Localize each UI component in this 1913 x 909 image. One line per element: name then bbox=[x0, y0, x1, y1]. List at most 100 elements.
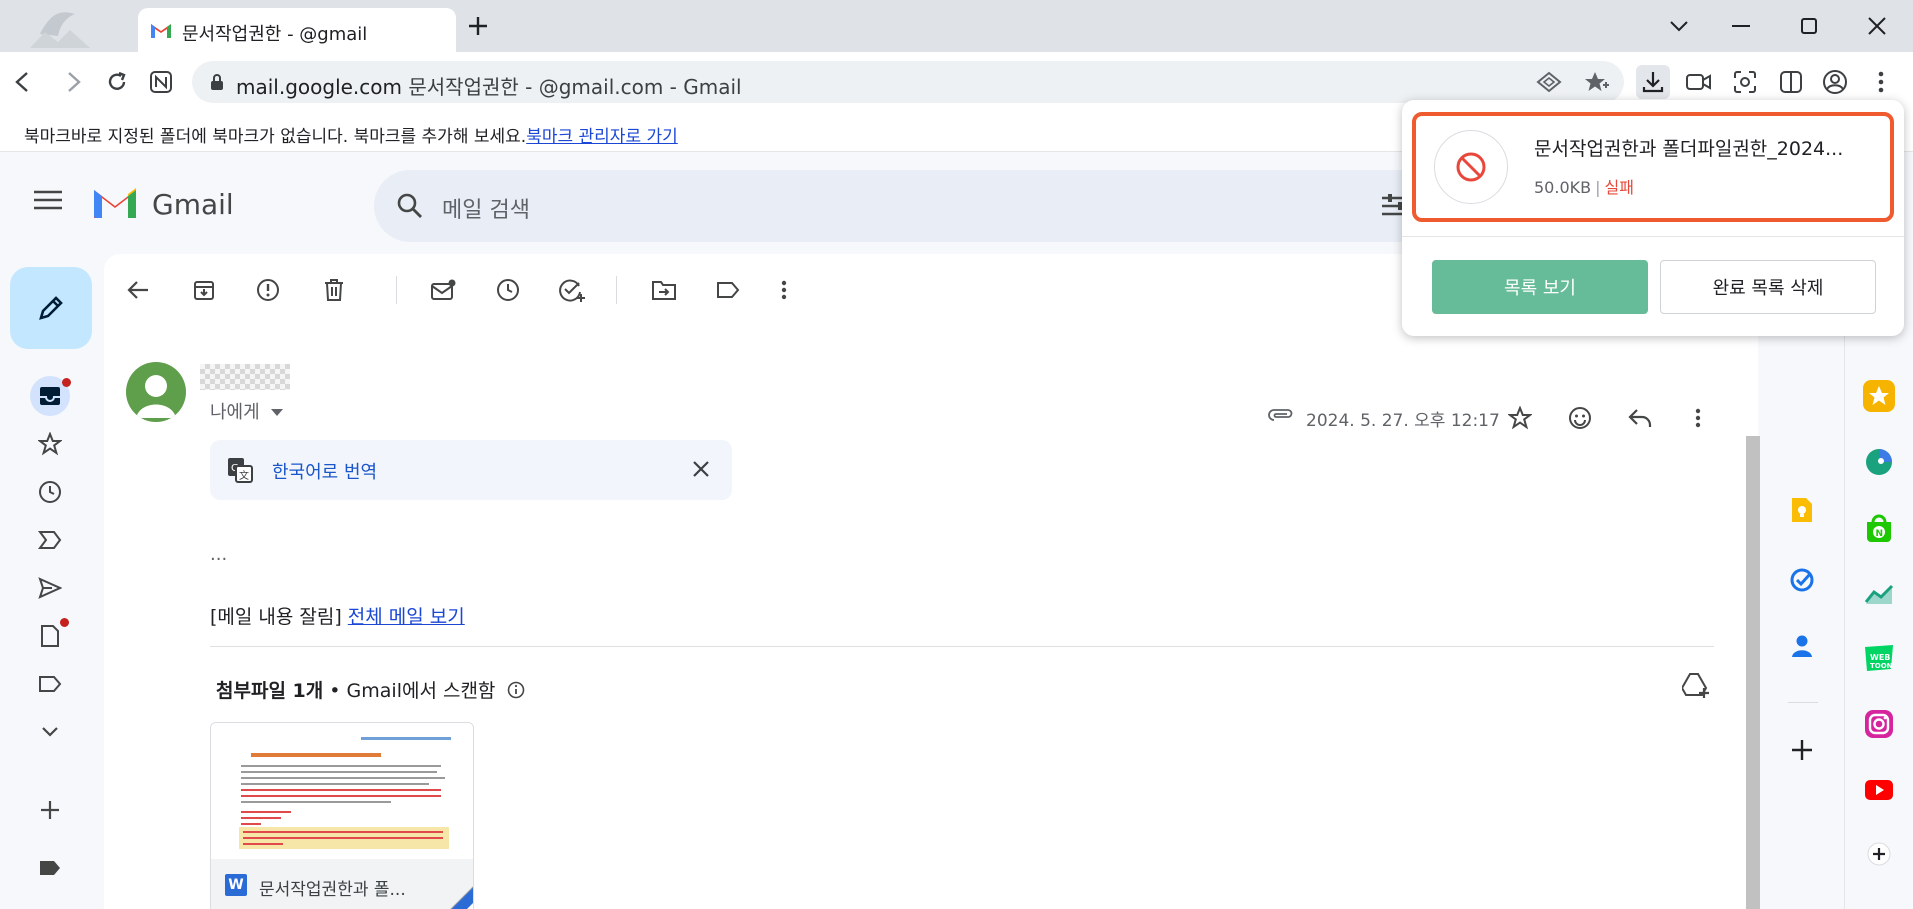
back-to-inbox-icon[interactable] bbox=[118, 270, 158, 310]
forward-button[interactable] bbox=[56, 65, 90, 99]
popup-divider bbox=[1402, 236, 1904, 237]
message-more-icon[interactable] bbox=[1678, 398, 1718, 438]
keep-icon[interactable] bbox=[1784, 492, 1820, 528]
sidebar-add-icon[interactable] bbox=[1859, 834, 1899, 874]
more-actions-icon[interactable] bbox=[764, 270, 804, 310]
labels-icon[interactable] bbox=[708, 270, 748, 310]
sidebar-instagram-icon[interactable] bbox=[1859, 704, 1899, 744]
add-reaction-icon[interactable] bbox=[1560, 398, 1600, 438]
sent-icon[interactable] bbox=[30, 568, 70, 608]
close-translate-icon[interactable] bbox=[692, 460, 710, 478]
message-datetime: 2024. 5. 27. 오후 12:17 bbox=[1306, 411, 1500, 431]
download-file-icon bbox=[1434, 130, 1508, 204]
recipient-details[interactable]: 나에게 bbox=[210, 398, 284, 424]
maximize-button[interactable] bbox=[1784, 8, 1834, 44]
more-labels-icon[interactable] bbox=[30, 712, 70, 752]
inbox-unread-dot bbox=[62, 378, 71, 387]
add-label-icon[interactable] bbox=[30, 790, 70, 830]
address-text: mail.google.com 문서작업권한 - @gmail.com - Gm… bbox=[236, 75, 742, 99]
label-filled-icon[interactable] bbox=[30, 848, 70, 888]
view-entire-message-link[interactable]: 전체 메일 보기 bbox=[348, 606, 465, 628]
important-icon[interactable] bbox=[30, 520, 70, 560]
toolbar-divider bbox=[396, 276, 397, 304]
new-tab-button[interactable] bbox=[466, 14, 490, 38]
message-scrollbar[interactable] bbox=[1746, 436, 1760, 909]
attachment-footer: W 문서작업권한과 폴... bbox=[211, 859, 473, 909]
mail-search-box[interactable]: 메일 검색 bbox=[374, 170, 1434, 242]
translate-icon: G文 bbox=[226, 456, 254, 484]
screen-capture-icon[interactable] bbox=[1728, 65, 1762, 99]
sidebar-favorites-icon[interactable] bbox=[1859, 376, 1899, 416]
contacts-icon[interactable] bbox=[1784, 628, 1820, 664]
svg-text:文: 文 bbox=[239, 469, 249, 482]
back-button[interactable] bbox=[6, 65, 40, 99]
tab-title: 문서작업권한 - @gmail bbox=[182, 24, 368, 45]
sidebar-clock-app-icon[interactable] bbox=[1859, 442, 1899, 482]
word-file-icon: W bbox=[225, 874, 247, 896]
sidebar-webtoon-icon[interactable]: WEB TOON bbox=[1859, 638, 1899, 678]
naver-home-icon[interactable] bbox=[144, 65, 178, 99]
attachment-preview-thumbnail bbox=[211, 723, 473, 859]
close-window-button[interactable] bbox=[1852, 8, 1902, 44]
gmail-favicon-icon bbox=[150, 21, 172, 39]
get-addons-icon[interactable] bbox=[1784, 732, 1820, 768]
toolbar-divider bbox=[616, 276, 617, 304]
svg-text:WEB: WEB bbox=[1870, 653, 1890, 662]
trimmed-content-ellipsis[interactable]: ... bbox=[210, 544, 227, 565]
sidebar-naver-icon[interactable]: N bbox=[1859, 508, 1899, 548]
message-view: 나에게 2024. 5. 27. 오후 12:17 G文 한국어로 번역 ...… bbox=[104, 254, 1760, 909]
minimize-button[interactable] bbox=[1716, 8, 1766, 44]
translate-banner: G文 한국어로 번역 bbox=[210, 440, 732, 500]
clear-completed-button[interactable]: 완료 목록 삭제 bbox=[1660, 260, 1876, 314]
report-spam-icon[interactable] bbox=[248, 270, 288, 310]
split-view-icon[interactable] bbox=[1774, 65, 1808, 99]
add-to-tasks-icon[interactable] bbox=[552, 270, 592, 310]
inbox-icon[interactable] bbox=[30, 376, 71, 416]
reply-icon[interactable] bbox=[1620, 398, 1660, 438]
gmail-logo-icon[interactable] bbox=[92, 184, 138, 220]
download-button[interactable] bbox=[1636, 65, 1670, 99]
downloads-popup: 문서작업권한과 폴더파일권한_2024... 50.0KB | 실패 목록 보기 완… bbox=[1402, 100, 1904, 336]
download-meta-separator: | bbox=[1595, 178, 1601, 197]
archive-icon[interactable] bbox=[184, 270, 224, 310]
download-status: 실패 bbox=[1604, 178, 1634, 197]
sidebar-youtube-icon[interactable] bbox=[1859, 770, 1899, 810]
bookmark-star-icon[interactable] bbox=[1584, 70, 1610, 94]
starred-icon[interactable] bbox=[30, 424, 70, 464]
snoozed-icon[interactable] bbox=[30, 472, 70, 512]
add-to-drive-icon[interactable] bbox=[1682, 672, 1710, 698]
mark-unread-icon[interactable] bbox=[424, 270, 464, 310]
bookmark-bar-message: 북마크바로 지정된 폴더에 북마크가 없습니다. 북마크를 추가해 보세요.북마… bbox=[24, 127, 678, 147]
download-item-failed[interactable]: 문서작업권한과 폴더파일권한_2024... 50.0KB | 실패 bbox=[1412, 112, 1894, 222]
attachment-filename: 문서작업권한과 폴... bbox=[259, 880, 406, 900]
translate-to-korean-link[interactable]: 한국어로 번역 bbox=[272, 458, 377, 484]
search-icon[interactable] bbox=[396, 192, 424, 220]
info-icon[interactable] bbox=[507, 681, 525, 699]
profile-decoration-icon bbox=[30, 4, 90, 48]
tab-gmail[interactable]: 문서작업권한 - @gmail bbox=[138, 8, 456, 52]
reload-button[interactable] bbox=[100, 65, 134, 99]
drafts-icon[interactable] bbox=[30, 616, 70, 656]
tab-search-button[interactable] bbox=[1654, 8, 1704, 44]
main-menu-icon[interactable] bbox=[34, 190, 62, 210]
compose-button[interactable] bbox=[10, 267, 92, 349]
profile-icon[interactable] bbox=[1818, 65, 1852, 99]
video-icon[interactable] bbox=[1682, 65, 1716, 99]
tasks-icon[interactable] bbox=[1784, 562, 1820, 598]
bookmark-manager-link[interactable]: 북마크 관리자로 가기 bbox=[526, 127, 678, 147]
translate-page-icon[interactable] bbox=[1536, 71, 1562, 93]
attachment-card[interactable]: W 문서작업권한과 폴... bbox=[210, 722, 474, 909]
address-bar[interactable]: mail.google.com 문서작업권한 - @gmail.com - Gm… bbox=[192, 61, 1624, 103]
snooze-icon[interactable] bbox=[488, 270, 528, 310]
download-filename: 문서작업권한과 폴더파일권한_2024... bbox=[1534, 138, 1844, 160]
view-list-button[interactable]: 목록 보기 bbox=[1432, 260, 1648, 314]
move-to-icon[interactable] bbox=[644, 270, 684, 310]
delete-icon[interactable] bbox=[314, 270, 354, 310]
google-apps-panel bbox=[1774, 272, 1830, 909]
star-message-icon[interactable] bbox=[1500, 398, 1540, 438]
browser-menu-icon[interactable] bbox=[1864, 65, 1898, 99]
svg-text:TOON: TOON bbox=[1870, 662, 1893, 670]
sender-avatar[interactable] bbox=[126, 362, 186, 422]
sidebar-stock-icon[interactable] bbox=[1859, 574, 1899, 614]
label-icon[interactable] bbox=[30, 664, 70, 704]
